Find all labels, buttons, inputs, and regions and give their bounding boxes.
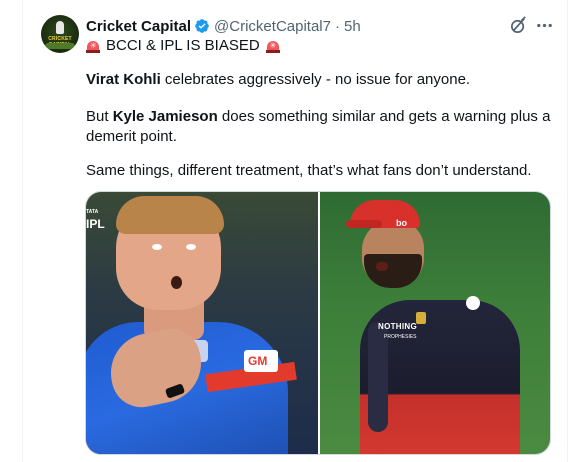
photo-kohli[interactable]: bo NOTHING PROPHESIES [320,192,550,454]
tweet-headline: BCCI & IPL IS BIASED [106,37,260,54]
tweet-text-line-3: But Kyle Jamieson does something similar… [86,107,550,127]
player-mouth [376,262,388,271]
jersey-badge [466,296,480,310]
avatar[interactable]: CRICKET CAPITAL [41,15,79,53]
more-icon[interactable] [535,16,554,35]
police-light-emoji-icon: ✳ [265,39,280,53]
author-name[interactable]: Cricket Capital [86,18,191,35]
player-eye [186,244,196,250]
grok-icon[interactable] [509,16,528,35]
jersey-sponsor-subtext: PROPHESIES [384,334,417,340]
timeline-left-border [22,0,23,462]
author-handle[interactable]: @CricketCapital7 [214,18,331,35]
player-mouth [171,276,182,289]
line3-prefix: But [86,108,113,125]
cap-peak [346,220,382,228]
jersey-sponsor: GM [244,350,278,372]
player-eye [152,244,162,250]
tweet-text-line-5: Same things, different treatment, that’s… [86,162,532,179]
line3-text: does something similar and gets a warnin… [217,108,551,125]
player-hair [116,196,224,234]
cap-sponsor: bo [396,218,407,228]
timeline-right-border [567,0,568,462]
avatar-player-figure [56,21,64,34]
line2-text: celebrates aggressively - no issue for a… [160,71,471,88]
bold-name-jamieson: Kyle Jamieson [112,108,218,125]
tweet-text-line-2: Virat Kohli celebrates aggressively - no… [86,70,470,90]
tweet-text-line-1: ✳ BCCI & IPL IS BIASED ✳ [86,36,280,56]
police-light-emoji-icon: ✳ [86,39,100,53]
avatar-ground [45,43,75,49]
player-beard [364,254,422,288]
bold-name-kohli: Virat Kohli [86,71,161,88]
tweet-header: Cricket Capital @CricketCapital7 · 5h [86,16,361,36]
tweet-timestamp[interactable]: 5h [344,18,361,35]
header-separator: · [334,17,340,35]
tweet-text-line-4: demerit point. [86,128,177,145]
verified-badge-icon[interactable] [194,18,210,34]
photo-jamieson[interactable]: TATA IPL GM [86,192,318,454]
tweet-media-grid: TATA IPL GM bo NOTHING PROPHESIES [85,191,551,455]
ipl-broadcast-logo: TATA IPL [86,209,105,231]
team-logo [416,312,426,324]
jersey-sponsor: NOTHING [378,322,417,331]
